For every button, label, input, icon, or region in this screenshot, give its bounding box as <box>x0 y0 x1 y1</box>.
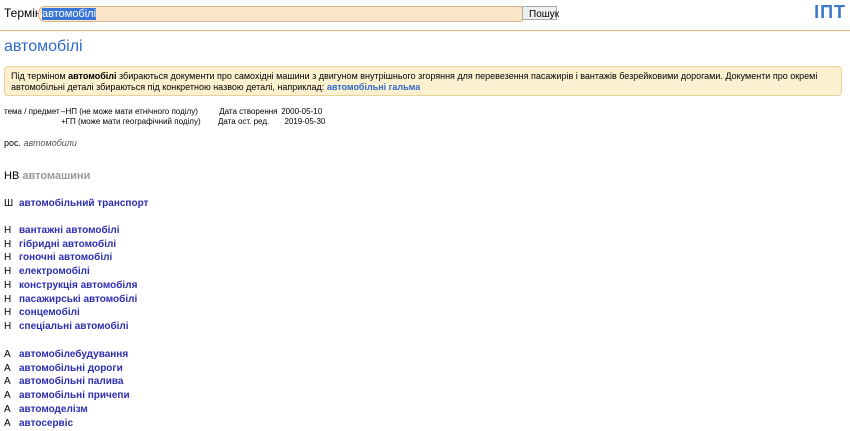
term-link[interactable]: електромобілі <box>19 266 90 277</box>
meta-flag2: +ГП <box>61 117 76 126</box>
russian-equivalent: рос. автомобили <box>4 138 77 148</box>
relation-code: А <box>4 376 11 388</box>
relation-code: Н <box>4 252 12 264</box>
page-title: автомобілі <box>4 38 83 55</box>
list-item: Аавтомоделізм <box>4 403 130 417</box>
list-item: Нспеціальні автомобілі <box>4 320 137 334</box>
relation-code: Н <box>4 225 12 236</box>
relation-code: Н <box>4 307 12 319</box>
relation-code: А <box>4 362 11 374</box>
note-prefix: Під терміном <box>11 71 69 81</box>
term-link[interactable]: сонцемобілі <box>19 307 80 318</box>
term-input-value: автомобілі <box>42 8 97 20</box>
relation-code: А <box>4 349 11 360</box>
term-link[interactable]: автомобільні дороги <box>19 363 123 374</box>
list-item: Нгібридні автомобілі <box>4 238 137 252</box>
note-link[interactable]: автомобільні гальма <box>327 82 420 92</box>
term-search-input[interactable]: автомобілі <box>38 6 526 22</box>
list-item: Аавтосервіс <box>4 417 130 431</box>
term-link[interactable]: автомобільний транспорт <box>19 198 148 209</box>
narrower-terms-list: Нвантажні автомобілі Нгібридні автомобіл… <box>4 224 137 334</box>
ros-value: автомобили <box>23 138 77 148</box>
scope-note: Під терміном автомобілі збираються докум… <box>4 66 842 96</box>
term-link[interactable]: спеціальні автомобілі <box>19 321 129 332</box>
note-term: автомобілі <box>68 71 117 81</box>
relation-code: Н <box>4 238 12 250</box>
relation-code: Н <box>4 266 12 278</box>
ipt-logo[interactable]: ІПТ <box>814 2 846 23</box>
term-link[interactable]: автомобільні причепи <box>19 390 130 401</box>
relation-code: Н <box>4 293 12 305</box>
meta-edited-label: Дата ост. ред. <box>218 117 270 126</box>
relation-code: А <box>4 417 11 429</box>
meta-flag2-desc: (може мати географічний поділу) <box>78 117 201 126</box>
term-link[interactable]: пасажирські автомобілі <box>19 294 137 305</box>
relation-code: Н <box>4 320 12 332</box>
relation-code: Н <box>4 279 12 291</box>
list-item: Нконструкція автомобіля <box>4 279 137 293</box>
meta-label: тема / предмет <box>4 107 60 116</box>
list-item: Нелектромобілі <box>4 265 137 279</box>
list-item: Нпасажирські автомобілі <box>4 293 137 307</box>
list-item: Аавтомобільні дороги <box>4 362 130 376</box>
broader-terms-list: Шавтомобільний транспорт <box>4 197 148 211</box>
term-link[interactable]: автомобільні палива <box>19 376 123 387</box>
ros-label: рос. <box>4 138 22 148</box>
top-bar: Термін: автомобілі Пошук ІПТ <box>0 0 850 30</box>
meta-flag1: –НП <box>61 107 77 116</box>
term-link[interactable]: автомоделізм <box>19 404 88 415</box>
nv-value: автомашини <box>22 170 91 182</box>
list-item: Нсонцемобілі <box>4 306 137 320</box>
term-link[interactable]: гоночні автомобілі <box>19 252 112 263</box>
term-link[interactable]: конструкція автомобіля <box>19 280 137 291</box>
meta-flag1-desc: (не може мати етнічного поділу) <box>79 107 198 116</box>
list-item: Шавтомобільний транспорт <box>4 197 148 211</box>
meta-edited: 2019-05-30 <box>284 117 326 126</box>
list-item: Аавтомобільні палива <box>4 375 130 389</box>
list-item: Аавтомобільні причепи <box>4 389 130 403</box>
relation-code: Ш <box>4 198 14 209</box>
non-preferred-term: НВ автомашини <box>4 170 90 182</box>
list-item: Аавтомобілебудування <box>4 348 130 362</box>
meta-created-label: Дата створення <box>219 107 278 116</box>
relation-code: А <box>4 403 11 415</box>
list-item: Нгоночні автомобілі <box>4 251 137 265</box>
list-item: Нвантажні автомобілі <box>4 224 137 238</box>
term-link[interactable]: автосервіс <box>19 418 73 429</box>
term-metadata: тема / предмет–НП (не може мати етнічног… <box>4 107 325 127</box>
meta-created: 2000-05-10 <box>281 107 323 116</box>
header-divider <box>0 30 850 31</box>
term-link[interactable]: гібридні автомобілі <box>19 239 116 250</box>
term-link[interactable]: автомобілебудування <box>19 349 128 360</box>
relation-code: А <box>4 390 11 402</box>
nv-label: НВ <box>4 170 20 182</box>
associative-terms-list: Аавтомобілебудування Аавтомобільні дорог… <box>4 348 130 430</box>
search-button[interactable]: Пошук <box>522 6 559 20</box>
term-link[interactable]: вантажні автомобілі <box>19 225 120 236</box>
